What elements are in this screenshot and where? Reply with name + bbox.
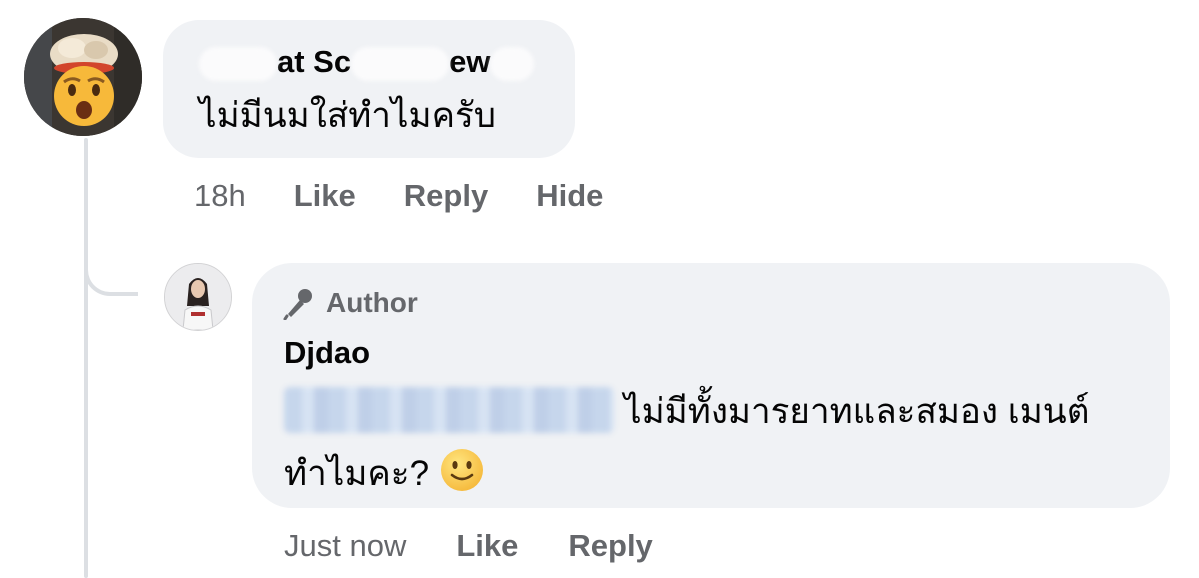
comment-timestamp[interactable]: 18h — [194, 178, 246, 214]
comment-author-name[interactable]: at Sc ew — [199, 44, 535, 81]
comment-actions: 18h Like Reply Hide — [194, 174, 603, 218]
hide-button[interactable]: Hide — [536, 178, 603, 214]
author-avatar[interactable] — [164, 263, 232, 331]
reply-author-name[interactable]: Djdao — [284, 335, 370, 371]
reply-timestamp[interactable]: Just now — [284, 528, 406, 564]
reply-button[interactable]: Reply — [568, 528, 652, 564]
name-redaction — [199, 46, 277, 81]
slightly-smiling-face-icon — [439, 447, 485, 493]
comment-text: ไม่มีนมใส่ทำไมครับ — [199, 96, 497, 135]
author-profile-photo-icon — [165, 264, 231, 330]
author-badge-label: Author — [326, 287, 418, 318]
reply-button[interactable]: Reply — [404, 178, 488, 214]
microphone-icon — [282, 286, 316, 320]
name-redaction — [351, 46, 450, 81]
like-button[interactable]: Like — [456, 528, 518, 564]
blurred-mention-tag[interactable] — [284, 387, 614, 433]
author-name-part-a: at Sc — [277, 44, 352, 79]
commenter-avatar[interactable] — [24, 18, 142, 136]
reply-actions: Just now Like Reply — [284, 524, 653, 568]
comment-bubble: at Sc ew ไม่มีนมใส่ทำไมครับ — [163, 20, 575, 158]
name-redaction — [490, 46, 535, 81]
like-button[interactable]: Like — [294, 178, 356, 214]
reply-bubble: Author Djdao ไม่มีทั้งมารยาทและสมอง เมนต… — [252, 263, 1170, 508]
author-name-part-b: ew — [449, 44, 491, 79]
thread-connector-line — [84, 138, 88, 578]
reply-text-block: ไม่มีทั้งมารยาทและสมอง เมนต์ทำไมคะ? — [284, 381, 1144, 505]
reply-connector-curve — [84, 240, 138, 296]
author-badge: Author — [282, 283, 418, 323]
exploding-head-emoji-icon — [24, 18, 142, 136]
